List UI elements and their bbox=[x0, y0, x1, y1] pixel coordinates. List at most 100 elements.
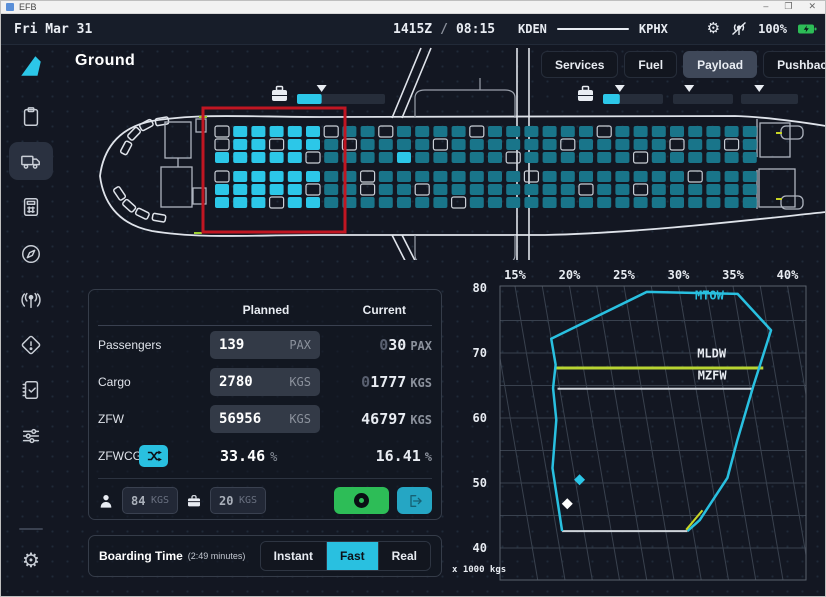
sidebar-item-atc[interactable] bbox=[20, 289, 42, 311]
seat[interactable] bbox=[415, 152, 429, 163]
seat[interactable] bbox=[579, 139, 593, 150]
seat[interactable] bbox=[488, 139, 502, 150]
seat[interactable] bbox=[725, 126, 739, 137]
seat[interactable] bbox=[415, 139, 429, 150]
seat[interactable] bbox=[524, 171, 538, 182]
seat[interactable] bbox=[725, 139, 739, 150]
seat[interactable] bbox=[706, 197, 720, 208]
seat[interactable] bbox=[706, 171, 720, 182]
seat[interactable] bbox=[452, 126, 466, 137]
seat[interactable] bbox=[324, 152, 338, 163]
seat[interactable] bbox=[288, 126, 302, 137]
seat[interactable] bbox=[324, 139, 338, 150]
close-button[interactable]: ✕ bbox=[808, 1, 816, 12]
seat[interactable] bbox=[215, 139, 229, 150]
seat[interactable] bbox=[634, 126, 648, 137]
seat[interactable] bbox=[270, 126, 284, 137]
seat[interactable] bbox=[270, 184, 284, 195]
seat[interactable] bbox=[561, 184, 575, 195]
seat[interactable] bbox=[233, 184, 247, 195]
cargo-bar-aft-bulk[interactable] bbox=[741, 85, 798, 104]
seat[interactable] bbox=[561, 152, 575, 163]
seat[interactable] bbox=[688, 126, 702, 137]
sidebar-item-failures[interactable] bbox=[20, 334, 42, 356]
settings-gear-icon[interactable]: ⚙ bbox=[707, 19, 720, 39]
seat[interactable] bbox=[615, 152, 629, 163]
seat[interactable] bbox=[725, 171, 739, 182]
seat[interactable] bbox=[543, 139, 557, 150]
seat[interactable] bbox=[506, 184, 520, 195]
seat[interactable] bbox=[379, 139, 393, 150]
seat[interactable] bbox=[251, 197, 265, 208]
seat[interactable] bbox=[233, 139, 247, 150]
seat[interactable] bbox=[652, 126, 666, 137]
seat[interactable] bbox=[415, 126, 429, 137]
seat[interactable] bbox=[524, 197, 538, 208]
seat[interactable] bbox=[506, 126, 520, 137]
seat[interactable] bbox=[215, 171, 229, 182]
seat[interactable] bbox=[652, 197, 666, 208]
sidebar-item-checklists[interactable] bbox=[20, 379, 42, 401]
cargo-planned-input[interactable]: 2780 KGS bbox=[210, 368, 320, 396]
seat[interactable] bbox=[415, 171, 429, 182]
seat[interactable] bbox=[670, 152, 684, 163]
seat[interactable] bbox=[524, 184, 538, 195]
seat[interactable] bbox=[288, 152, 302, 163]
passengers-planned-input[interactable]: 139 PAX bbox=[210, 331, 320, 359]
seat[interactable] bbox=[215, 184, 229, 195]
start-boarding-button[interactable] bbox=[334, 487, 389, 514]
seat[interactable] bbox=[543, 126, 557, 137]
cg-shuffle-button[interactable] bbox=[139, 445, 168, 467]
seat[interactable] bbox=[688, 197, 702, 208]
seat[interactable] bbox=[452, 184, 466, 195]
seat[interactable] bbox=[415, 197, 429, 208]
seat[interactable] bbox=[579, 184, 593, 195]
seat[interactable] bbox=[543, 152, 557, 163]
seat[interactable] bbox=[743, 126, 757, 137]
seat[interactable] bbox=[615, 171, 629, 182]
cargo-bar-fwd-baggage[interactable] bbox=[272, 85, 385, 104]
seat[interactable] bbox=[706, 139, 720, 150]
seat[interactable] bbox=[215, 126, 229, 137]
seat[interactable] bbox=[743, 184, 757, 195]
seat[interactable] bbox=[579, 126, 593, 137]
seat[interactable] bbox=[415, 184, 429, 195]
seat[interactable] bbox=[306, 126, 320, 137]
seat[interactable] bbox=[488, 152, 502, 163]
seat[interactable] bbox=[543, 197, 557, 208]
seat[interactable] bbox=[743, 152, 757, 163]
seat[interactable] bbox=[688, 139, 702, 150]
seat[interactable] bbox=[470, 152, 484, 163]
seat[interactable] bbox=[361, 139, 375, 150]
seat[interactable] bbox=[270, 197, 284, 208]
seat[interactable] bbox=[324, 197, 338, 208]
seat[interactable] bbox=[361, 171, 375, 182]
cargo-bar-aft-container[interactable] bbox=[578, 85, 663, 104]
seat[interactable] bbox=[670, 126, 684, 137]
seat[interactable] bbox=[615, 139, 629, 150]
seat[interactable] bbox=[670, 171, 684, 182]
seat[interactable] bbox=[561, 139, 575, 150]
seat[interactable] bbox=[670, 184, 684, 195]
per-bag-weight-input[interactable]: 20 KGS bbox=[210, 487, 266, 514]
seat[interactable] bbox=[543, 171, 557, 182]
seat[interactable] bbox=[379, 197, 393, 208]
seat[interactable] bbox=[433, 126, 447, 137]
seat[interactable] bbox=[452, 171, 466, 182]
seat[interactable] bbox=[488, 171, 502, 182]
seat[interactable] bbox=[288, 184, 302, 195]
seat[interactable] bbox=[561, 171, 575, 182]
seat[interactable] bbox=[579, 197, 593, 208]
seat[interactable] bbox=[452, 197, 466, 208]
seat[interactable] bbox=[397, 139, 411, 150]
seat[interactable] bbox=[634, 197, 648, 208]
seat[interactable] bbox=[215, 152, 229, 163]
seat[interactable] bbox=[361, 197, 375, 208]
seat[interactable] bbox=[725, 197, 739, 208]
seat[interactable] bbox=[652, 171, 666, 182]
seat[interactable] bbox=[706, 184, 720, 195]
seat[interactable] bbox=[233, 152, 247, 163]
seat[interactable] bbox=[270, 152, 284, 163]
seat[interactable] bbox=[452, 139, 466, 150]
seat[interactable] bbox=[251, 171, 265, 182]
